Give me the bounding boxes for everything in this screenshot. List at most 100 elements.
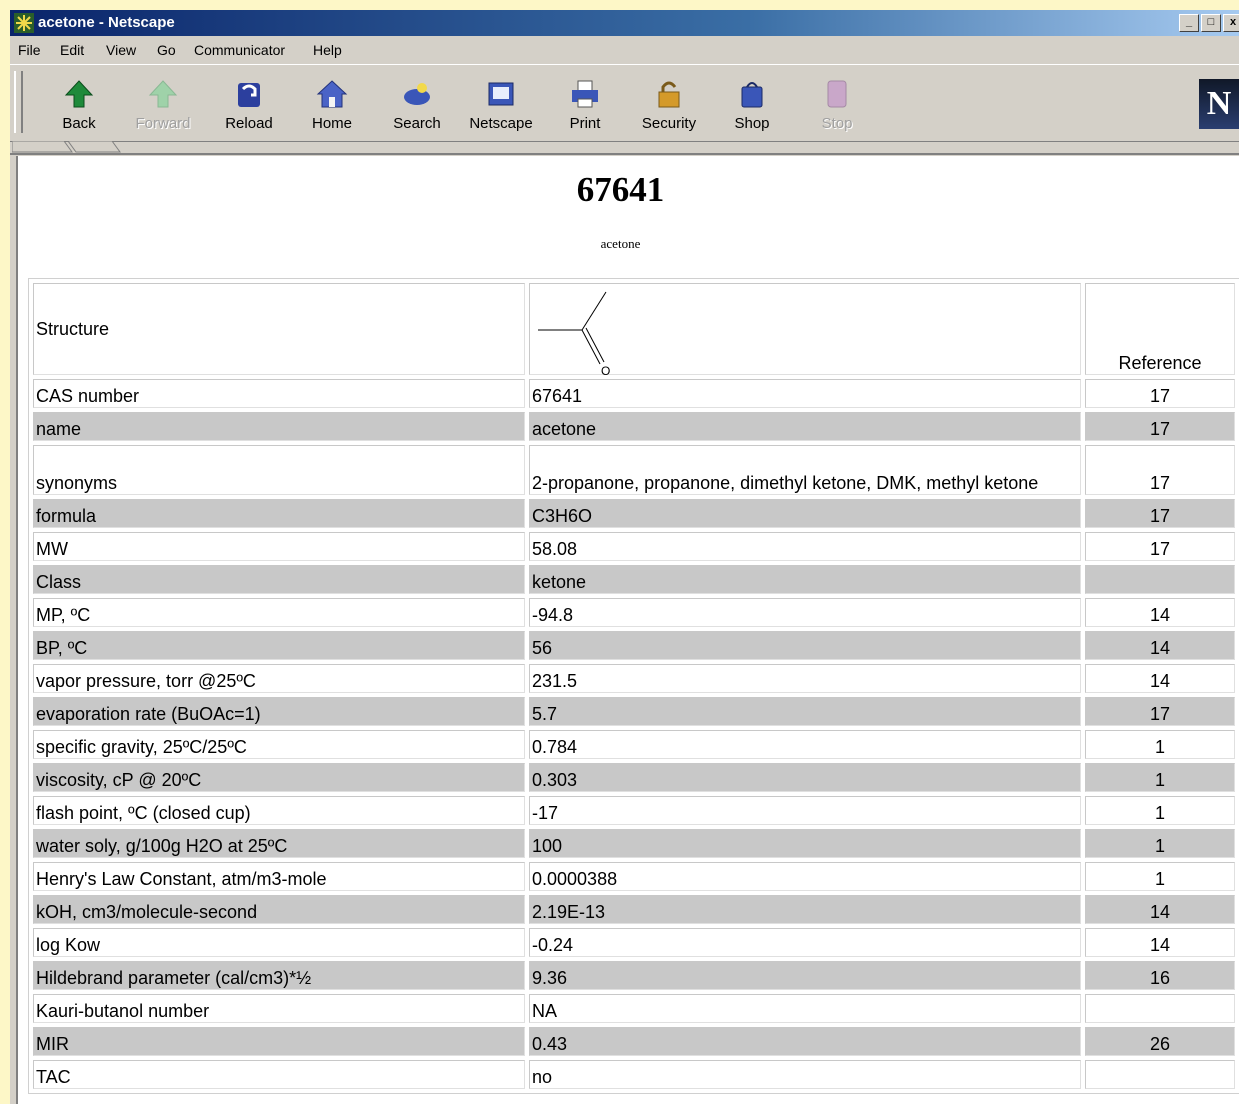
page-subtitle: acetone	[600, 236, 641, 251]
print-label: Print	[569, 115, 601, 132]
property-name-cell: BP, ºC	[33, 631, 525, 660]
menu-go[interactable]: Go	[157, 42, 176, 58]
menu-view[interactable]: View	[106, 42, 136, 58]
search-icon	[404, 83, 430, 105]
collapsed-toolbar-tabs[interactable]	[12, 141, 122, 153]
property-value-cell: no	[529, 1060, 1081, 1089]
property-value-cell: acetone	[529, 412, 1081, 441]
property-name-cell: name	[33, 412, 525, 441]
property-value-cell: 56	[529, 631, 1081, 660]
property-value-cell: 2.19E-13	[529, 895, 1081, 924]
table-row: Henry's Law Constant, atm/m3-mole 0.00003…	[33, 862, 1235, 891]
property-value-cell: 0.303	[529, 763, 1081, 792]
reference-cell: 14	[1085, 895, 1235, 924]
structure-cell: O	[529, 283, 1081, 376]
print-button[interactable]: Print	[546, 73, 624, 135]
security-label: Security	[641, 115, 697, 132]
close-button[interactable]: x	[1223, 14, 1239, 32]
forward-label: Forward	[135, 115, 191, 132]
property-value-cell: 0.43	[529, 1027, 1081, 1056]
search-button[interactable]: Search	[378, 73, 456, 135]
netscape-icon	[488, 82, 514, 106]
reference-cell: 17	[1085, 379, 1235, 408]
back-button[interactable]: Back	[40, 73, 118, 135]
molecule-structure-image: O	[538, 291, 610, 376]
table-row: viscosity, cP @ 20ºC 0.303 1	[33, 763, 1235, 792]
toolbar-tab-strip[interactable]	[10, 141, 1239, 155]
reference-cell: 17	[1085, 532, 1235, 561]
reference-cell: 1	[1085, 862, 1235, 891]
property-name-cell: MW	[33, 532, 525, 561]
reference-cell: 1	[1085, 730, 1235, 759]
menu-help[interactable]: Help	[313, 42, 342, 58]
shop-button[interactable]: Shop	[713, 73, 791, 135]
reference-cell: 17	[1085, 697, 1235, 726]
reference-cell: 16	[1085, 961, 1235, 990]
property-name-cell: MP, ºC	[33, 598, 525, 627]
stop-label: Stop	[821, 115, 853, 132]
maximize-button[interactable]: □	[1201, 14, 1221, 32]
menu-file[interactable]: File	[18, 42, 41, 58]
property-name-cell: specific gravity, 25ºC/25ºC	[33, 730, 525, 759]
property-value-cell: 5.7	[529, 697, 1081, 726]
reference-cell: 26	[1085, 1027, 1235, 1056]
property-value-cell: 58.08	[529, 532, 1081, 561]
table-row: MW 58.08 17	[33, 532, 1235, 561]
property-value-cell: 2-propanone, propanone, dimethyl ketone,…	[529, 445, 1081, 495]
property-name-cell: flash point, ºC (closed cup)	[33, 796, 525, 825]
page-heading: 67641	[576, 170, 665, 209]
table-row: water soly, g/100g H2O at 25ºC 100 1	[33, 829, 1235, 858]
menu-edit[interactable]: Edit	[60, 42, 84, 58]
table-row: Hildebrand parameter (cal/cm3)*½ 9.36 16	[33, 961, 1235, 990]
property-table: Structure O Reference CAS number 67641 1…	[28, 278, 1239, 1094]
title-bar: acetone - Netscape _ □ x	[10, 10, 1239, 36]
reference-cell: 14	[1085, 928, 1235, 957]
table-row: MIR 0.43 26	[33, 1027, 1235, 1056]
oxygen-atom-label: O	[601, 364, 610, 376]
shop-icon	[741, 82, 763, 108]
reference-cell: 1	[1085, 796, 1235, 825]
reload-button[interactable]: Reload	[210, 73, 288, 135]
property-name-cell: water soly, g/100g H2O at 25ºC	[33, 829, 525, 858]
property-name-cell: kOH, cm3/molecule-second	[33, 895, 525, 924]
search-label: Search	[393, 115, 441, 132]
reference-cell: 14	[1085, 598, 1235, 627]
property-name-cell: Kauri-butanol number	[33, 994, 525, 1023]
back-arrow-icon	[64, 80, 94, 108]
property-value-cell: 0.784	[529, 730, 1081, 759]
table-row: TAC no	[33, 1060, 1235, 1089]
table-row: Kauri-butanol number NA	[33, 994, 1235, 1023]
property-name-cell: viscosity, cP @ 20ºC	[33, 763, 525, 792]
netscape-logo[interactable]: N	[1199, 79, 1239, 129]
menu-bar: File Edit View Go Communicator Help	[10, 37, 1239, 61]
stop-button[interactable]: Stop	[798, 73, 876, 135]
property-name-cell: TAC	[33, 1060, 525, 1089]
table-row: log Kow -0.24 14	[33, 928, 1235, 957]
netscape-button[interactable]: Netscape	[462, 73, 540, 135]
forward-arrow-icon	[148, 80, 178, 108]
menu-communicator[interactable]: Communicator	[194, 42, 285, 58]
window-title: acetone - Netscape	[38, 14, 175, 31]
toolbar-grip[interactable]	[14, 71, 23, 133]
reference-cell: 17	[1085, 445, 1235, 495]
table-row: CAS number 67641 17	[33, 379, 1235, 408]
navigation-toolbar: Back Forward Reload Home Search Netscape…	[10, 64, 1239, 142]
property-value-cell: 231.5	[529, 664, 1081, 693]
reference-cell	[1085, 1060, 1235, 1089]
reference-cell: 17	[1085, 412, 1235, 441]
property-value-cell: NA	[529, 994, 1081, 1023]
print-icon	[572, 80, 598, 108]
home-label: Home	[311, 115, 352, 132]
forward-button[interactable]: Forward	[124, 73, 202, 135]
property-name-cell: CAS number	[33, 379, 525, 408]
table-row: Class ketone	[33, 565, 1235, 594]
reference-cell: 1	[1085, 763, 1235, 792]
property-name-cell: MIR	[33, 1027, 525, 1056]
minimize-button[interactable]: _	[1179, 14, 1199, 32]
property-value-cell: 0.0000388	[529, 862, 1081, 891]
home-button[interactable]: Home	[293, 73, 371, 135]
security-button[interactable]: Security	[630, 73, 708, 135]
structure-row: Structure O Reference	[33, 283, 1235, 376]
back-label: Back	[62, 115, 96, 132]
stop-icon	[827, 80, 847, 108]
